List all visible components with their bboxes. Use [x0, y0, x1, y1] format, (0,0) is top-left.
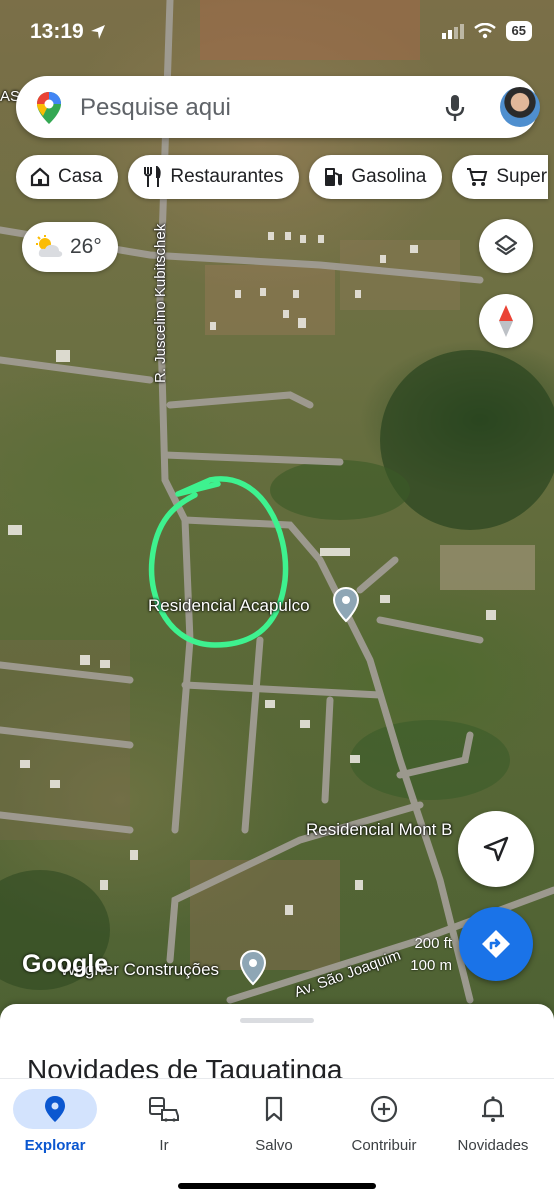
tab-label: Novidades	[457, 1137, 529, 1154]
tab-label: Explorar	[24, 1137, 86, 1154]
tab-salvo[interactable]: Salvo	[224, 1089, 324, 1154]
chip-home[interactable]: Casa	[16, 155, 119, 199]
directions-button[interactable]	[459, 907, 533, 981]
tab-label: Ir	[159, 1137, 169, 1154]
scale-metric: 100 m	[410, 957, 452, 974]
tab-explorar[interactable]: Explorar	[5, 1089, 105, 1154]
tab-label: Salvo	[255, 1137, 293, 1154]
chip-restaurants[interactable]: Restaurantes	[128, 155, 300, 199]
place-pin-icon[interactable]	[240, 950, 266, 986]
layers-icon	[494, 234, 518, 256]
category-chips: Casa Restaurantes Gasolina Super	[16, 155, 549, 199]
map-scale: 200 ft 100 m	[410, 933, 452, 977]
compass-icon	[499, 305, 513, 337]
temperature: 26°	[70, 235, 102, 258]
home-icon	[30, 167, 50, 187]
street-label-vertical: R. Juscelino Kubitschek	[152, 223, 169, 383]
layers-button[interactable]	[479, 219, 533, 273]
google-watermark: Google	[22, 950, 109, 978]
directions-icon	[482, 930, 510, 958]
gas-station-icon	[325, 168, 343, 186]
bell-icon	[482, 1096, 504, 1122]
status-bar: 13:19 65	[0, 0, 554, 62]
place-pin-icon[interactable]	[333, 587, 359, 623]
restaurant-icon	[144, 166, 162, 187]
chip-label: Gasolina	[351, 166, 427, 187]
microphone-icon[interactable]	[444, 93, 466, 123]
commute-icon	[149, 1097, 179, 1122]
chip-label: Casa	[58, 166, 103, 187]
search-input[interactable]: Pesquise aqui	[80, 94, 231, 122]
place-label-acapulco[interactable]: Residencial Acapulco	[148, 596, 310, 616]
scale-imperial: 200 ft	[414, 935, 452, 952]
tab-label: Contribuir	[351, 1137, 417, 1154]
tab-contribuir[interactable]: Contribuir	[334, 1089, 434, 1154]
my-location-button[interactable]	[458, 811, 534, 887]
add-circle-icon	[370, 1095, 398, 1123]
wifi-icon	[473, 23, 496, 39]
battery-indicator: 65	[505, 21, 532, 41]
location-pin-icon	[45, 1096, 65, 1122]
tab-novidades[interactable]: Novidades	[443, 1089, 543, 1154]
location-arrow-icon	[91, 25, 105, 39]
tab-ir[interactable]: Ir	[114, 1089, 214, 1154]
google-maps-logo-icon	[37, 92, 61, 124]
search-bar[interactable]: Pesquise aqui	[16, 76, 540, 138]
home-indicator	[178, 1183, 376, 1189]
compass-button[interactable]	[479, 294, 533, 348]
chip-label: Super	[496, 166, 548, 187]
weather-chip[interactable]: 26°	[22, 222, 118, 272]
partly-cloudy-icon	[36, 235, 63, 257]
chip-label: Restaurantes	[170, 166, 284, 187]
bookmark-icon	[265, 1096, 283, 1122]
cart-icon	[467, 168, 488, 186]
chip-supermarket[interactable]: Super	[452, 155, 549, 199]
signal-icon	[441, 24, 464, 39]
chip-gas[interactable]: Gasolina	[309, 155, 443, 199]
place-label-mont-b[interactable]: Residencial Mont B	[306, 820, 452, 840]
navigation-arrow-icon	[483, 836, 509, 862]
bottom-navigation: Explorar Ir Salvo Contribuir Novidades	[0, 1078, 554, 1200]
status-time: 13:19	[30, 20, 84, 43]
avatar[interactable]	[500, 87, 540, 127]
sheet-drag-handle[interactable]	[240, 1018, 314, 1023]
annotation-loop	[148, 476, 289, 648]
